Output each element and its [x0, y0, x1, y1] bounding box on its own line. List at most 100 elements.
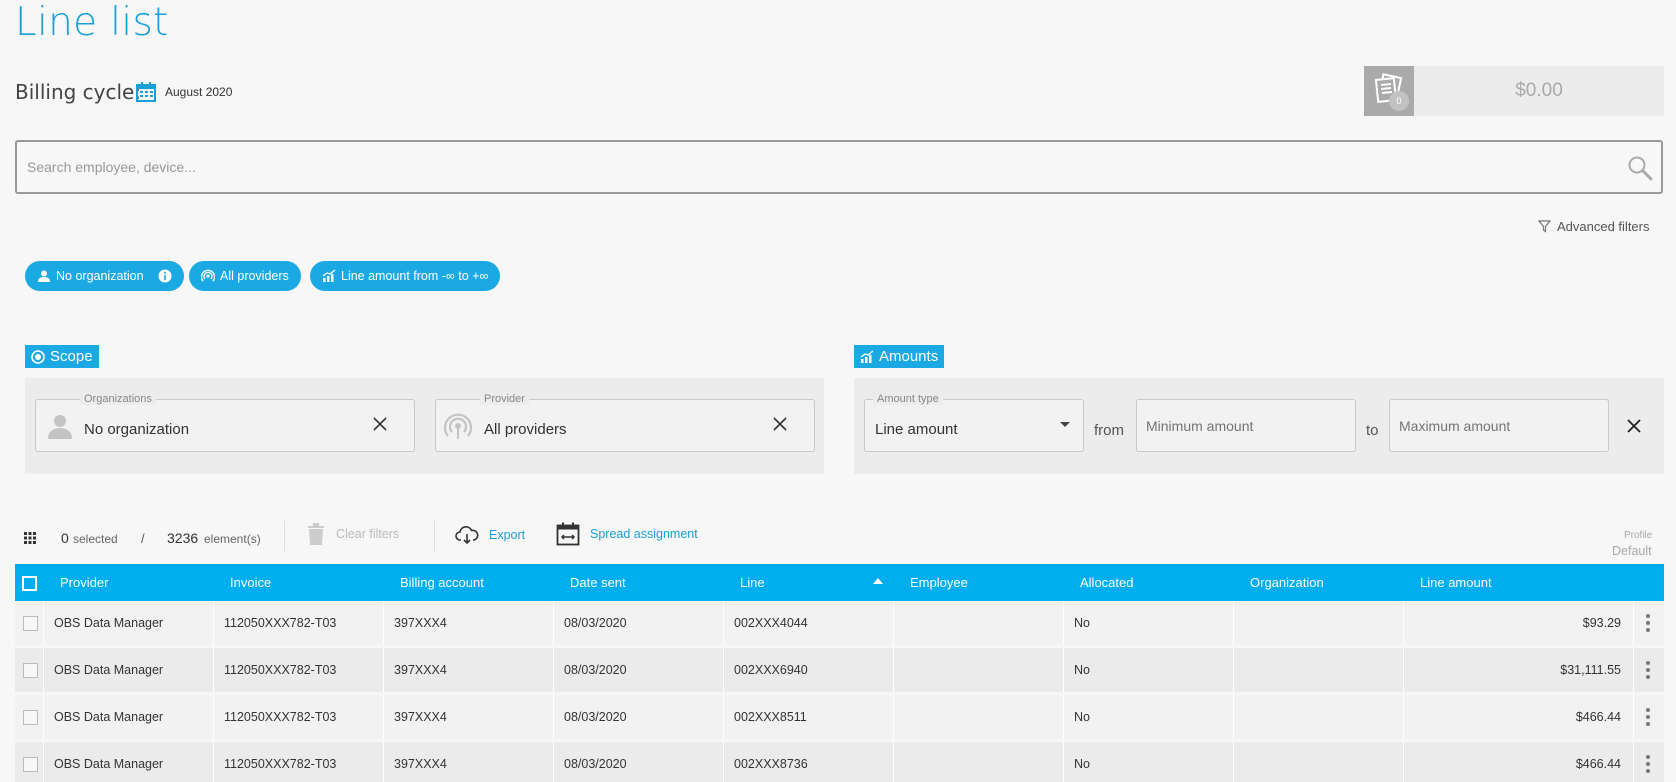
amounts-section-title: Amounts — [854, 345, 945, 368]
spread-assignment-label: Spread assignment — [590, 527, 698, 541]
maximum-amount-input[interactable] — [1389, 399, 1609, 452]
chip-line-amount[interactable]: Line amount from -∞ to +∞ — [310, 261, 501, 291]
row-menu-icon[interactable] — [1646, 754, 1650, 774]
search-input[interactable] — [27, 156, 1587, 178]
organizations-field[interactable]: Organizations No organization — [35, 393, 415, 452]
column-header-date-sent[interactable]: Date sent — [570, 564, 626, 601]
row-checkbox[interactable] — [23, 663, 38, 678]
column-header-line[interactable]: Line — [740, 564, 765, 601]
info-icon[interactable] — [158, 269, 172, 283]
antenna-icon — [201, 269, 215, 282]
row-menu-icon[interactable] — [1646, 613, 1650, 633]
billing-cycle-value[interactable]: August 2020 — [165, 85, 232, 99]
column-header-provider[interactable]: Provider — [60, 564, 108, 601]
clear-provider-icon[interactable] — [770, 414, 790, 434]
billing-cycle-label: Billing cycle: — [15, 80, 142, 104]
row-checkbox[interactable] — [23, 757, 38, 772]
select-all-checkbox[interactable] — [22, 576, 37, 591]
table-row[interactable]: OBS Data Manager 112050XXX782-T03 397XXX… — [15, 695, 1664, 739]
toolbar-divider — [434, 521, 435, 551]
cell-invoice: 112050XXX782-T03 — [214, 648, 384, 692]
cell-date-sent: 08/03/2020 — [554, 601, 724, 645]
user-icon — [38, 270, 50, 282]
cell-organization — [1234, 601, 1404, 645]
invoice-basket-button[interactable]: 0 — [1364, 66, 1414, 116]
column-header-allocated[interactable]: Allocated — [1080, 564, 1133, 601]
chip-provider-label: All providers — [220, 269, 289, 283]
cell-date-sent: 08/03/2020 — [554, 742, 724, 782]
clear-filters-label: Clear filters — [336, 527, 400, 541]
cell-provider: OBS Data Manager — [44, 648, 214, 692]
scope-section-title: Scope — [25, 345, 99, 368]
chip-line-amount-label: Line amount from -∞ to +∞ — [341, 269, 489, 283]
user-icon — [48, 415, 72, 439]
minimum-amount-input[interactable] — [1136, 399, 1356, 452]
from-label: from — [1094, 422, 1124, 439]
chip-provider[interactable]: All providers — [189, 261, 301, 291]
cell-date-sent: 08/03/2020 — [554, 648, 724, 692]
antenna-icon — [444, 413, 472, 439]
amount-type-select[interactable]: Amount type Line amount — [864, 393, 1084, 452]
caret-down-icon — [1060, 422, 1070, 427]
cloud-download-icon — [455, 526, 479, 545]
advanced-filters-label: Advanced filters — [1557, 219, 1650, 234]
column-header-line-amount[interactable]: Line amount — [1420, 564, 1492, 601]
provider-field[interactable]: Provider All providers — [435, 393, 815, 452]
trash-icon — [308, 523, 324, 545]
grid-menu-icon[interactable] — [24, 532, 36, 544]
target-icon — [31, 349, 45, 364]
cell-employee — [894, 742, 1064, 782]
cell-allocated: No — [1064, 695, 1234, 739]
filter-icon — [1538, 220, 1551, 233]
column-header-organization[interactable]: Organization — [1250, 564, 1324, 601]
cell-line: 002XXX8736 — [724, 742, 894, 782]
cell-line-amount: $466.44 — [1404, 695, 1634, 739]
row-menu-icon[interactable] — [1646, 707, 1650, 727]
export-button[interactable]: Export — [455, 525, 525, 545]
row-checkbox[interactable] — [23, 616, 38, 631]
search-box — [15, 140, 1663, 194]
organizations-value: No organization — [84, 421, 190, 438]
cell-invoice: 112050XXX782-T03 — [214, 742, 384, 782]
calendar-swap-icon — [556, 522, 580, 546]
amount-type-value: Line amount — [875, 421, 958, 438]
selected-label: selected — [73, 532, 118, 546]
sort-ascending-icon[interactable] — [873, 578, 883, 584]
selected-count: 0 — [61, 530, 69, 546]
row-menu-icon[interactable] — [1646, 660, 1650, 680]
spread-assignment-button[interactable]: Spread assignment — [556, 522, 698, 546]
cell-line-amount: $93.29 — [1404, 601, 1634, 645]
search-icon[interactable] — [1627, 155, 1653, 181]
table-row[interactable]: OBS Data Manager 112050XXX782-T03 397XXX… — [15, 648, 1664, 692]
cell-line: 002XXX6940 — [724, 648, 894, 692]
profile-value[interactable]: Default — [1612, 544, 1652, 558]
column-header-invoice[interactable]: Invoice — [230, 564, 271, 601]
organizations-legend: Organizations — [80, 393, 156, 405]
basket-total: $0.00 — [1414, 66, 1664, 116]
provider-value: All providers — [484, 421, 567, 438]
clear-amounts-icon[interactable] — [1624, 416, 1644, 436]
cell-provider: OBS Data Manager — [44, 601, 214, 645]
amount-type-legend: Amount type — [873, 393, 943, 405]
cell-billing-account: 397XXX4 — [384, 648, 554, 692]
calendar-icon[interactable] — [136, 82, 156, 102]
page-title: Line list — [15, 0, 169, 45]
advanced-filters-button[interactable]: Advanced filters — [1538, 219, 1650, 234]
count-separator: / — [141, 531, 145, 546]
row-checkbox[interactable] — [23, 710, 38, 725]
profile-label: Profile — [1624, 530, 1653, 541]
chip-organization-label: No organization — [56, 269, 144, 283]
column-header-employee[interactable]: Employee — [910, 564, 968, 601]
cell-allocated: No — [1064, 742, 1234, 782]
column-header-billing-account[interactable]: Billing account — [400, 564, 484, 601]
clear-filters-button[interactable]: Clear filters — [306, 522, 399, 546]
cell-provider: OBS Data Manager — [44, 742, 214, 782]
basket-count-badge: 0 — [1389, 91, 1409, 111]
to-label: to — [1366, 422, 1379, 439]
chip-organization[interactable]: No organization — [25, 261, 184, 291]
clear-organizations-icon[interactable] — [370, 414, 390, 434]
cell-employee — [894, 601, 1064, 645]
table-row[interactable]: OBS Data Manager 112050XXX782-T03 397XXX… — [15, 742, 1664, 782]
table-row[interactable]: OBS Data Manager 112050XXX782-T03 397XXX… — [15, 601, 1664, 645]
toolbar-divider — [284, 521, 285, 551]
